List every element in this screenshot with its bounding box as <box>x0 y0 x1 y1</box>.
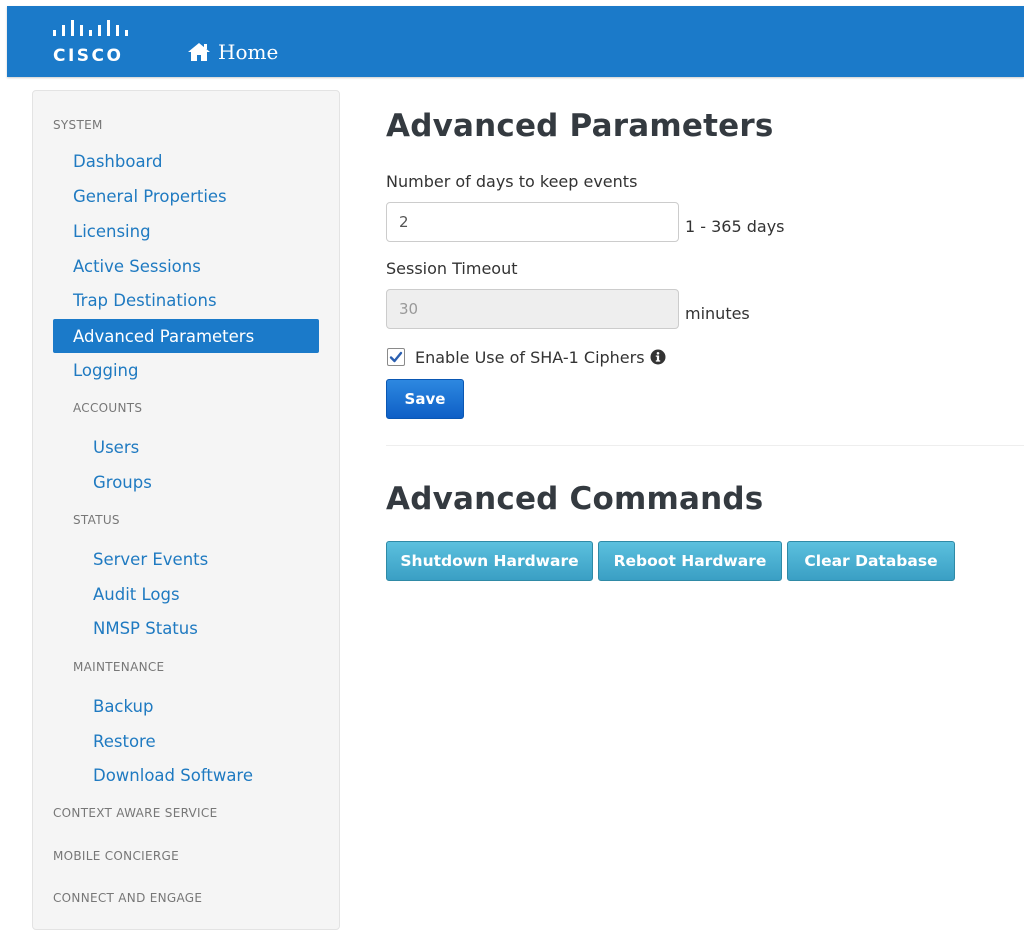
sidebar-heading-accounts: ACCOUNTS <box>73 401 143 415</box>
cisco-bars-icon <box>53 20 128 36</box>
section-divider <box>386 445 1024 446</box>
sidebar-item-dashboard[interactable]: Dashboard <box>73 152 163 171</box>
logo-text: CISCO <box>53 46 124 66</box>
reboot-hardware-button[interactable]: Reboot Hardware <box>598 541 782 581</box>
sidebar-item-server-events[interactable]: Server Events <box>93 550 208 569</box>
home-icon <box>188 43 210 61</box>
sidebar-item-groups[interactable]: Groups <box>93 473 152 492</box>
advanced-commands-title: Advanced Commands <box>386 481 764 517</box>
clear-database-button[interactable]: Clear Database <box>787 541 955 581</box>
sidebar-item-active-sessions[interactable]: Active Sessions <box>73 257 201 276</box>
checkmark-icon <box>389 351 403 363</box>
sidebar-item-download-software[interactable]: Download Software <box>93 766 253 785</box>
sidebar-item-trap-destinations[interactable]: Trap Destinations <box>73 291 217 310</box>
sidebar-item-restore[interactable]: Restore <box>93 732 156 751</box>
info-icon[interactable] <box>650 349 666 365</box>
sidebar-section-context-aware-service[interactable]: CONTEXT AWARE SERVICE <box>53 806 217 820</box>
sidebar-heading-maintenance: MAINTENANCE <box>73 660 165 674</box>
sidebar-item-users[interactable]: Users <box>93 438 139 457</box>
sidebar-item-logging[interactable]: Logging <box>73 361 138 380</box>
sha1-checkbox[interactable] <box>387 348 405 366</box>
sidebar-item-advanced-parameters[interactable]: Advanced Parameters <box>53 319 319 353</box>
sidebar-item-backup[interactable]: Backup <box>93 697 153 716</box>
days-range-hint: 1 - 365 days <box>685 217 785 236</box>
shutdown-hardware-button[interactable]: Shutdown Hardware <box>386 541 593 581</box>
sidebar-item-label: Advanced Parameters <box>73 327 255 346</box>
sidebar-item-audit-logs[interactable]: Audit Logs <box>93 585 180 604</box>
sidebar-section-mobile-concierge[interactable]: MOBILE CONCIERGE <box>53 849 179 863</box>
sidebar: SYSTEM Dashboard General Properties Lice… <box>32 90 340 930</box>
sidebar-item-nmsp-status[interactable]: NMSP Status <box>93 619 198 638</box>
top-navbar: CISCO Home <box>7 6 1024 77</box>
home-link[interactable]: Home <box>187 36 278 68</box>
days-to-keep-input[interactable] <box>386 202 679 242</box>
home-label: Home <box>218 40 279 64</box>
sidebar-item-licensing[interactable]: Licensing <box>73 222 151 241</box>
sha1-label: Enable Use of SHA-1 Ciphers <box>415 347 645 367</box>
save-button[interactable]: Save <box>386 379 464 419</box>
sha1-option: Enable Use of SHA-1 Ciphers <box>387 345 666 369</box>
advanced-parameters-title: Advanced Parameters <box>386 108 774 144</box>
sidebar-heading-system: SYSTEM <box>53 118 103 132</box>
session-timeout-label: Session Timeout <box>386 259 518 278</box>
timeout-unit: minutes <box>685 304 750 323</box>
sidebar-heading-status: STATUS <box>73 513 120 527</box>
days-to-keep-label: Number of days to keep events <box>386 172 638 191</box>
sidebar-item-general-properties[interactable]: General Properties <box>73 187 227 206</box>
session-timeout-input[interactable] <box>386 289 679 329</box>
sidebar-section-connect-and-engage[interactable]: CONNECT AND ENGAGE <box>53 891 202 905</box>
cisco-logo[interactable]: CISCO <box>50 20 136 70</box>
